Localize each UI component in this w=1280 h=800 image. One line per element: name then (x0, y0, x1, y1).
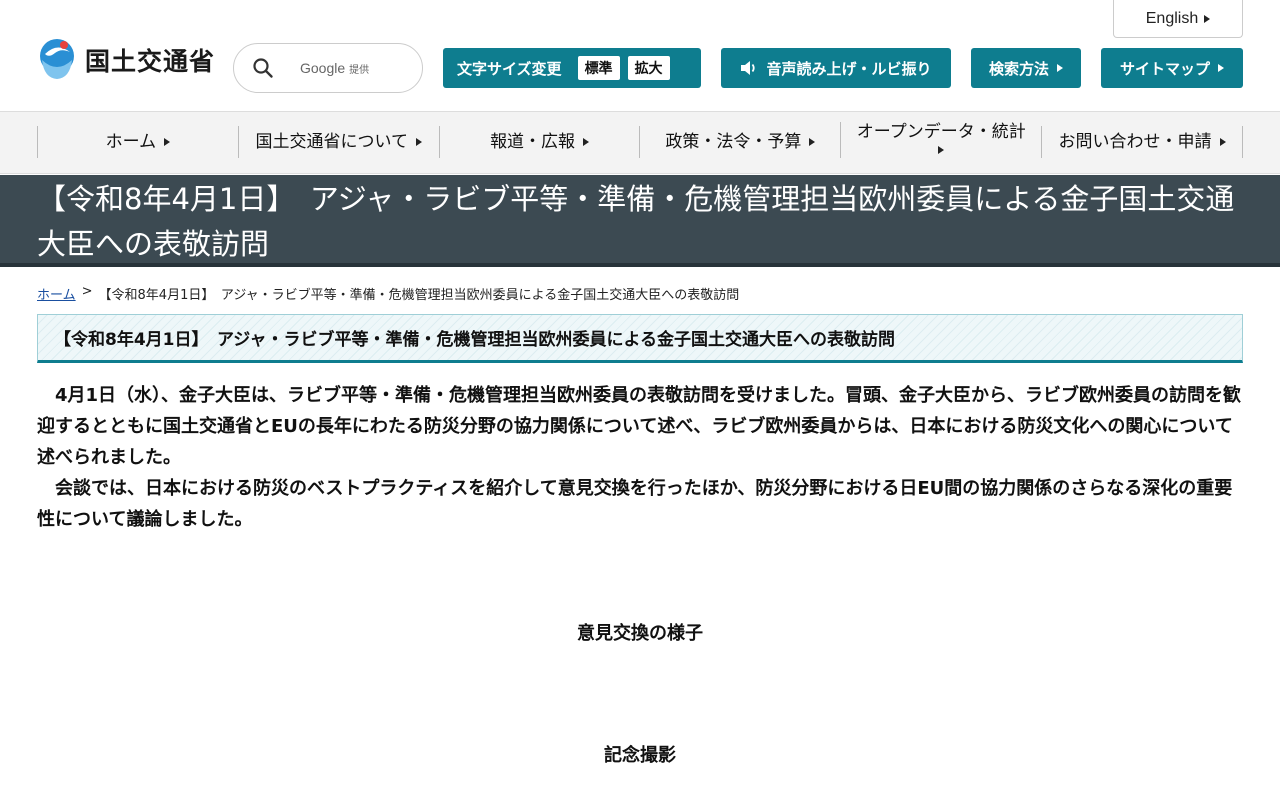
english-link[interactable]: English (1113, 0, 1243, 38)
article-paragraph: 4月1日（水）、金子大臣は、ラビブ平等・準備・危機管理担当欧州委員の表敬訪問を受… (37, 385, 1242, 468)
global-nav: ホーム 国土交通省について 報道・広報 政策・法令・予算 オープンデータ・統計 … (0, 112, 1280, 174)
arrow-right-icon (164, 138, 171, 146)
site-search-input[interactable]: Google 提供 (233, 43, 423, 93)
search-method-button[interactable]: 検索方法 (971, 48, 1081, 88)
arrow-right-icon (1057, 64, 1063, 72)
nav-item-opendata[interactable]: オープンデータ・統計 (840, 122, 1041, 158)
sitemap-button[interactable]: サイトマップ (1101, 48, 1243, 88)
arrow-right-icon (1219, 138, 1226, 146)
photo-caption-commemorative: 記念撮影 (604, 745, 676, 766)
english-label: English (1145, 9, 1199, 27)
logo-text: 国土交通省 (85, 47, 216, 76)
font-size-large-button[interactable]: 拡大 (627, 56, 670, 80)
breadcrumb-home-link[interactable]: ホーム (37, 284, 76, 303)
arrow-right-icon (1204, 14, 1211, 23)
arrow-right-icon (809, 138, 816, 146)
nav-item-label: 国土交通省について (255, 131, 408, 152)
page-title: 【令和8年4月1日】 アジャ・ラビブ平等・準備・危機管理担当欧州委員による金子国… (37, 182, 1235, 261)
nav-item-label: オープンデータ・統計 (856, 122, 1026, 142)
font-size-standard-button[interactable]: 標準 (577, 56, 620, 80)
arrow-right-icon (938, 146, 945, 155)
breadcrumb: ホーム > 【令和8年4月1日】 アジャ・ラビブ平等・準備・危機管理担当欧州委員… (37, 284, 739, 303)
arrow-right-icon (583, 138, 590, 146)
search-method-label: 検索方法 (988, 59, 1049, 78)
nav-item-home[interactable]: ホーム (37, 126, 238, 158)
search-icon[interactable] (252, 57, 274, 79)
nav-item-about[interactable]: 国土交通省について (237, 126, 439, 158)
nav-item-label: ホーム (105, 131, 157, 152)
nav-item-label: お問い合わせ・申請 (1058, 131, 1212, 152)
nav-item-contact[interactable]: お問い合わせ・申請 (1041, 126, 1243, 158)
mlit-logo-icon (40, 39, 74, 79)
article-paragraph: 会談では、日本における防災のベストプラクティスを紹介して意見交換を行ったほか、防… (37, 478, 1233, 530)
search-placeholder: Google 提供 (300, 60, 370, 76)
nav-item-press[interactable]: 報道・広報 (438, 126, 640, 158)
speaker-icon (741, 61, 756, 75)
arrow-right-icon (1218, 64, 1224, 72)
font-size-label: 文字サイズ変更 (457, 59, 562, 78)
read-aloud-button[interactable]: 音声読み上げ・ルビ振り (721, 48, 951, 88)
breadcrumb-separator: > (81, 284, 93, 299)
site-logo[interactable]: 国土交通省 (37, 38, 215, 82)
font-size-control: 文字サイズ変更 標準 拡大 (443, 48, 701, 88)
section-heading: 【令和8年4月1日】 アジャ・ラビブ平等・準備・危機管理担当欧州委員による金子国… (54, 330, 895, 350)
site-header: English 国土交通省 Google 提供 文字サイズ変更 標準 拡大 音声読… (0, 0, 1280, 112)
photo-caption-meeting: 意見交換の様子 (577, 623, 703, 644)
sitemap-label: サイトマップ (1119, 59, 1210, 78)
article-body: 4月1日（水）、金子大臣は、ラビブ平等・準備・危機管理担当欧州委員の表敬訪問を受… (37, 380, 1243, 535)
section-heading-box: 【令和8年4月1日】 アジャ・ラビブ平等・準備・危機管理担当欧州委員による金子国… (37, 314, 1243, 363)
nav-item-label: 報道・広報 (490, 131, 576, 152)
arrow-right-icon (415, 138, 422, 146)
breadcrumb-current: 【令和8年4月1日】 アジャ・ラビブ平等・準備・危機管理担当欧州委員による金子国… (98, 288, 740, 303)
read-aloud-label: 音声読み上げ・ルビ振り (766, 59, 932, 78)
nav-item-policy[interactable]: 政策・法令・予算 (639, 126, 840, 158)
page-title-band: 【令和8年4月1日】 アジャ・ラビブ平等・準備・危機管理担当欧州委員による金子国… (0, 175, 1280, 267)
nav-item-label: 政策・法令・予算 (665, 131, 802, 152)
